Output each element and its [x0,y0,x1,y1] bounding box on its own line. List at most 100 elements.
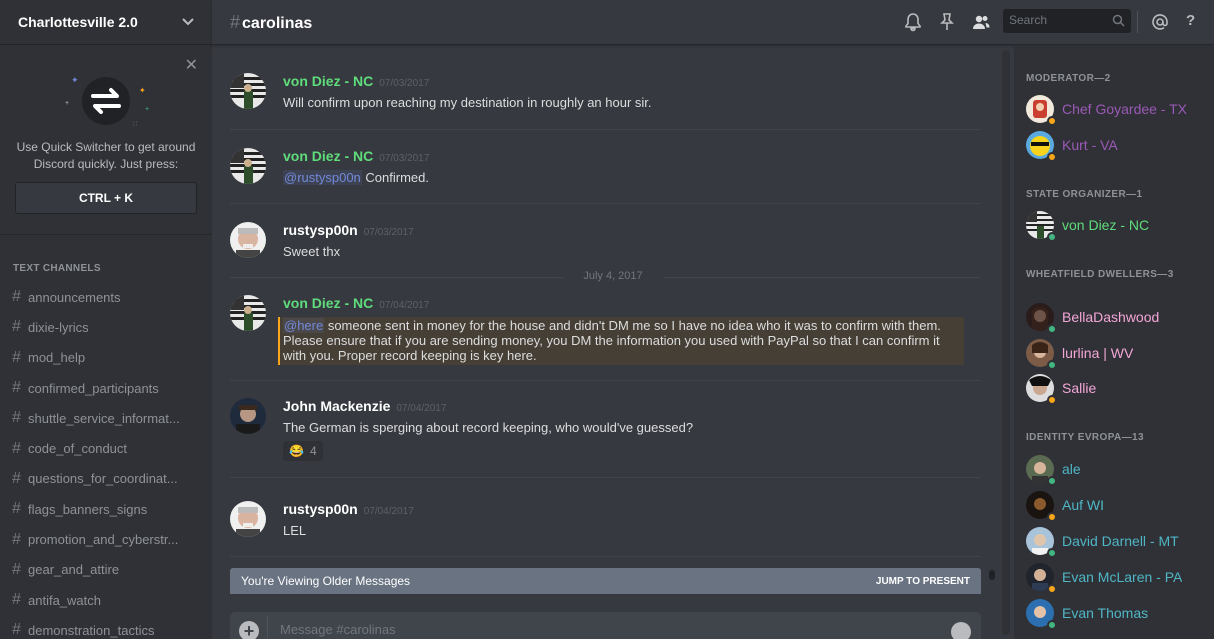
channel-item[interactable]: # promotion_and_cyberstr... [0,524,212,554]
status-indicator [1047,116,1057,126]
channel-item[interactable]: # mod_help [0,343,212,373]
members-icon[interactable] [971,12,991,32]
message-group: von Diez - NC 07/04/2017 @here someone se… [230,295,980,365]
message-author[interactable]: von Diez - NC [283,73,373,89]
hash-icon: # [12,288,21,306]
member-item[interactable]: David Darnell - MT [1026,525,1211,558]
older-messages-text: You're Viewing Older Messages [241,574,411,588]
avatar[interactable] [230,73,266,109]
server-header[interactable]: Charlottesville 2.0 [0,0,212,45]
channel-label: questions_for_coordinat... [28,471,178,487]
member-item[interactable]: Auf WI [1026,489,1211,522]
channel-item[interactable]: # confirmed_participants [0,373,212,403]
channel-item[interactable]: # demonstration_tactics [0,615,212,639]
member-item[interactable]: von Diez - NC [1026,209,1211,242]
member-item[interactable]: lurlina | WV [1026,337,1211,370]
message-text: Sweet thx [283,244,341,259]
scrollbar-track[interactable] [1002,50,1010,635]
message-author[interactable]: rustysp00n [283,501,358,517]
member-item[interactable]: Evan McLaren - PA [1026,561,1211,594]
avatar[interactable] [230,222,266,258]
member-name: lurlina | WV [1062,345,1134,361]
mention-highlight: @here someone sent in money for the hous… [278,317,964,365]
reaction-button[interactable]: 😂 4 [283,441,323,461]
server-name: Charlottesville 2.0 [18,14,138,30]
channel-item[interactable]: # shuttle_service_informat... [0,403,212,433]
chevron-down-icon[interactable] [182,18,194,26]
member-item[interactable]: Chef Goyardee - TX [1026,93,1211,126]
divider-line [663,277,980,278]
message-text: Will confirm upon reaching my destinatio… [283,95,652,110]
channel-item[interactable]: # antifa_watch [0,585,212,615]
hash-icon: # [12,591,21,609]
help-icon[interactable]: ? [1186,12,1206,32]
mention-icon[interactable] [1150,12,1170,32]
message-divider [230,129,980,130]
close-icon[interactable]: ✕ [185,55,198,75]
channel-item[interactable]: # dixie-lyrics [0,312,212,342]
bell-icon[interactable] [903,12,923,32]
message-timestamp: 07/04/2017 [379,300,430,311]
channel-item[interactable]: # flags_banners_signs [0,494,212,524]
role-header: WHEATFIELD DWELLERS—3 [1026,269,1174,280]
channel-item[interactable]: # announcements [0,282,212,312]
here-mention[interactable]: @here [283,318,325,333]
user-mention[interactable]: @rustysp00n [283,170,362,185]
avatar[interactable] [230,148,266,184]
channel-item[interactable]: # gear_and_attire [0,555,212,585]
avatar[interactable] [230,398,266,434]
avatar [1026,491,1057,522]
member-name: Auf WI [1062,497,1105,513]
emoji-picker-icon[interactable] [951,622,971,639]
member-item[interactable]: ale [1026,453,1211,486]
status-indicator [1047,324,1057,334]
member-item[interactable]: Evan Thomas [1026,597,1211,630]
svg-text:+: + [65,100,69,107]
message-timestamp: 07/04/2017 [396,403,447,414]
search-input[interactable] [1009,13,1105,27]
message-author[interactable]: von Diez - NC [283,148,373,164]
status-indicator [1047,620,1057,630]
message-divider [230,556,980,557]
svg-text:✦: ✦ [71,75,79,85]
avatar [1026,455,1057,486]
channel-label: mod_help [28,350,86,366]
date-divider: July 4, 2017 [230,270,980,284]
message-timestamp: 07/04/2017 [363,506,414,517]
avatar [1026,339,1057,370]
search-bar[interactable] [1003,9,1131,33]
channel-label: promotion_and_cyberstr... [28,532,179,548]
member-item[interactable]: BellaDashwood [1026,301,1211,334]
avatar [1026,131,1057,162]
message-author[interactable]: John Mackenzie [283,398,390,414]
message-author[interactable]: rustysp00n [283,222,358,238]
member-item[interactable]: Kurt - VA [1026,129,1211,162]
hash-icon: # [12,500,21,518]
channel-name: carolinas [242,14,313,32]
avatar[interactable] [230,501,266,537]
hash-icon: # [12,469,21,487]
pin-icon[interactable] [937,12,957,32]
message-divider [230,477,980,478]
jump-to-present-button[interactable]: JUMP TO PRESENT [876,576,970,587]
channel-item[interactable]: # code_of_conduct [0,433,212,463]
category-text-channels[interactable]: TEXT CHANNELS [13,263,212,274]
member-name: Kurt - VA [1062,137,1118,153]
avatar[interactable] [230,295,266,331]
message-divider [230,203,980,204]
status-indicator [1047,360,1057,370]
member-name: Evan Thomas [1062,605,1149,621]
status-indicator [1047,232,1057,242]
avatar [1026,527,1057,558]
channel-header: #carolinas ? [212,0,1214,45]
message-author[interactable]: von Diez - NC [283,295,373,311]
svg-text:∷: ∷ [133,121,138,128]
member-item[interactable]: Sallie [1026,372,1211,405]
member-name: David Darnell - MT [1062,533,1179,549]
channel-item[interactable]: # questions_for_coordinat... [0,464,212,494]
scrollbar-thumb[interactable] [989,570,995,580]
message-group: von Diez - NC 07/03/2017 Will confirm upo… [230,73,980,110]
avatar [1026,211,1057,242]
message-input[interactable] [280,622,930,637]
upload-plus-icon[interactable]: + [239,621,259,639]
